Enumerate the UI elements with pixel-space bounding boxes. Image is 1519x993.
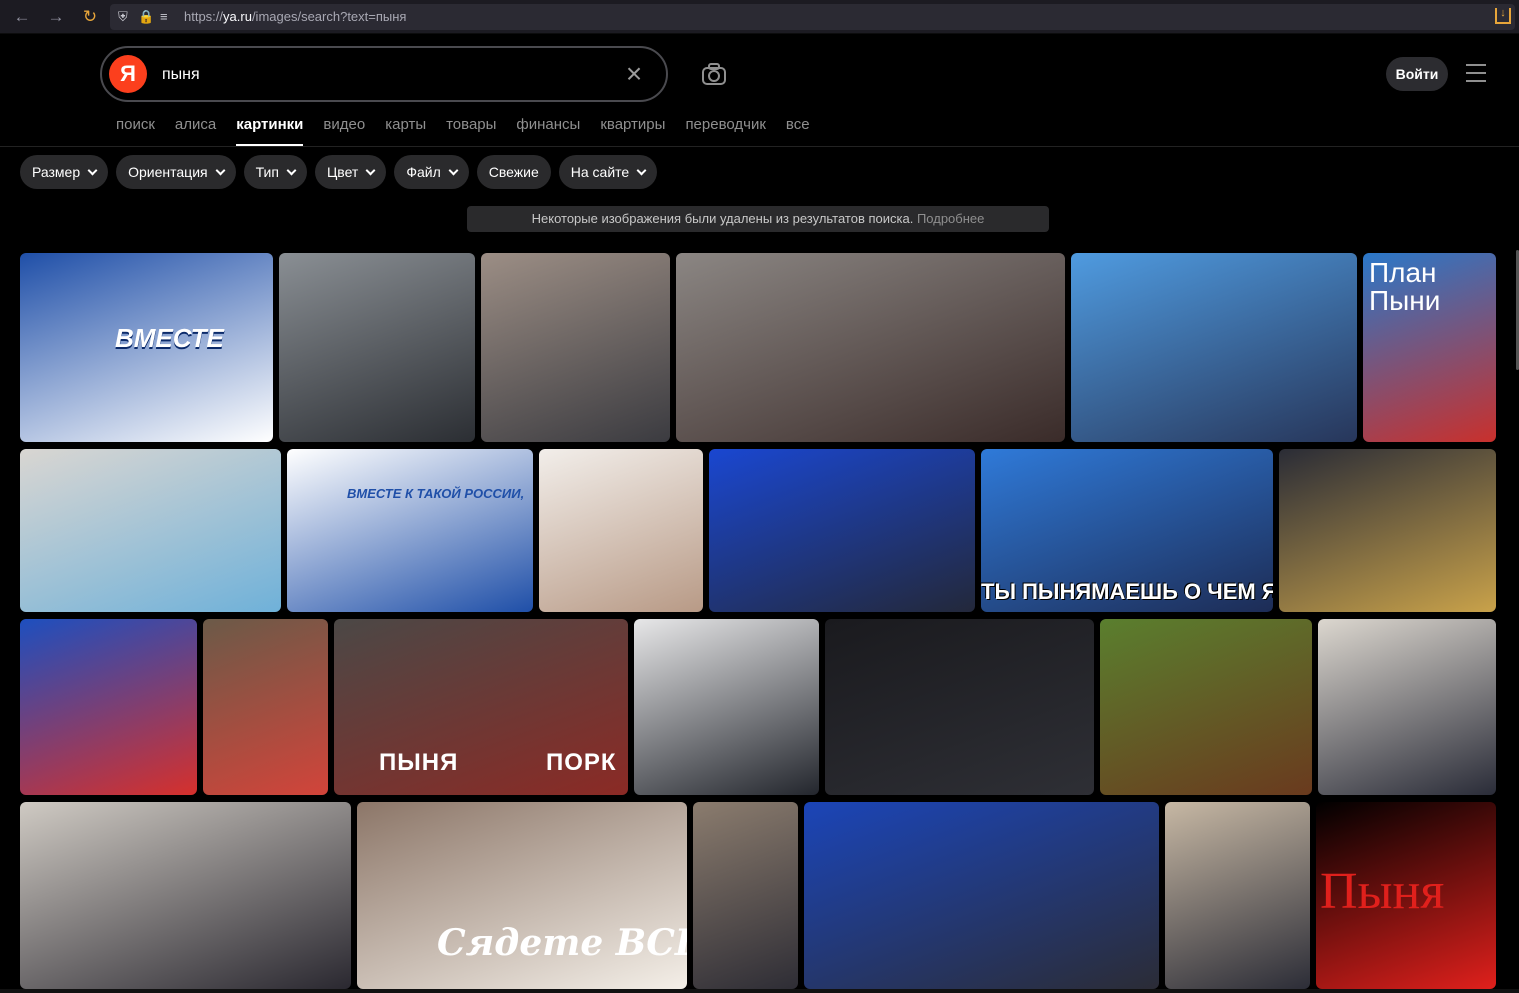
result-image-14[interactable]: ПЫНЯ ПОРК [334, 619, 628, 795]
tab-5[interactable]: товары [446, 116, 496, 146]
chevron-down-icon [286, 165, 297, 175]
result-image-21[interactable] [693, 802, 798, 989]
camera-icon[interactable] [700, 60, 728, 88]
result-image-13[interactable] [203, 619, 328, 795]
tab-2[interactable]: картинки [236, 116, 304, 146]
chevron-down-icon [215, 165, 226, 175]
filter-label: Размер [32, 164, 81, 180]
filter-bar: Размер Ориентация Тип Цвет Файл Свежие На сайт… [20, 155, 665, 189]
result-image-16[interactable] [825, 619, 1094, 795]
yandex-logo[interactable]: Я [109, 55, 147, 93]
filter-label: Тип [255, 164, 279, 180]
reload-icon[interactable]: ↻ [78, 5, 102, 29]
result-image-4[interactable] [1071, 253, 1357, 442]
result-image-11[interactable] [1279, 449, 1496, 612]
filter-label: Свежие [488, 164, 539, 180]
image-caption: Сядете ВСЕ! [437, 922, 687, 964]
result-image-1[interactable] [279, 253, 475, 442]
filter-chip-5[interactable]: Свежие [476, 155, 551, 189]
notice-text: Некоторые изображения были удалены из ре… [531, 211, 914, 226]
image-caption: План Пыни [1369, 257, 1441, 316]
chevron-down-icon [365, 165, 376, 175]
image-caption: ВМЕСТЕ [115, 323, 224, 353]
tab-9[interactable]: все [786, 116, 810, 146]
result-image-9[interactable] [709, 449, 975, 612]
bottom-strip [0, 989, 1519, 993]
browser-toolbar: ← → ↻ ⛨ 🔒 ≡ https://ya.ru/images/search?… [0, 0, 1519, 34]
filter-chip-3[interactable]: Цвет [314, 155, 387, 189]
image-caption: ТЫ ПЫНЯМАЕШЬ О ЧЕМ Я? [981, 579, 1273, 604]
tab-0[interactable]: поиск [116, 116, 155, 146]
filter-label: На сайте [570, 164, 630, 180]
filter-chip-2[interactable]: Тип [243, 155, 307, 189]
result-image-23[interactable] [1165, 802, 1310, 989]
forward-icon[interactable]: → [44, 5, 68, 29]
filter-chip-6[interactable]: На сайте [558, 155, 658, 189]
result-image-7[interactable]: ВМЕСТЕ К ТАКОЙ РОССИИ, [287, 449, 533, 612]
permissions-icon: ≡ [160, 9, 168, 24]
image-caption: ВМЕСТЕ К ТАКОЙ РОССИИ, [347, 486, 525, 501]
filter-label: Ориентация [128, 164, 208, 180]
notice-more-link[interactable]: Подробнее [917, 211, 984, 226]
result-image-12[interactable] [20, 619, 197, 795]
tab-3[interactable]: видео [323, 116, 365, 146]
result-image-15[interactable] [634, 619, 819, 795]
chevron-down-icon [636, 165, 647, 175]
result-image-2[interactable] [481, 253, 670, 442]
search-tabs: поиск алиса картинки видео карты товары финанс… [116, 116, 830, 146]
clear-icon[interactable]: × [620, 60, 648, 88]
tab-6[interactable]: финансы [516, 116, 580, 146]
lock-icon: 🔒 [138, 9, 155, 24]
download-icon[interactable]: ↓ [1495, 8, 1511, 24]
result-image-17[interactable] [1100, 619, 1312, 795]
image-caption: ПЫНЯ ПОРК [379, 749, 617, 776]
header-divider [0, 146, 1519, 147]
chevron-down-icon [87, 165, 98, 175]
search-box: Я × [100, 46, 668, 102]
result-image-3[interactable] [676, 253, 1065, 442]
chevron-down-icon [448, 165, 459, 175]
tab-1[interactable]: алиса [175, 116, 216, 146]
login-button[interactable]: Войти [1386, 57, 1448, 91]
result-image-22[interactable] [804, 802, 1159, 989]
address-bar[interactable]: ⛨ 🔒 ≡ https://ya.ru/images/search?text=п… [110, 4, 1515, 30]
filter-chip-4[interactable]: Файл [394, 155, 469, 189]
result-image-0[interactable]: ВМЕСТЕ [20, 253, 273, 442]
filter-label: Файл [406, 164, 441, 180]
back-icon[interactable]: ← [10, 5, 34, 29]
filter-chip-1[interactable]: Ориентация [116, 155, 236, 189]
menu-icon[interactable] [1466, 64, 1486, 82]
filter-label: Цвет [326, 164, 359, 180]
image-caption: Пыня [1320, 863, 1445, 920]
tab-7[interactable]: квартиры [600, 116, 665, 146]
shield-icon: ⛨ [118, 9, 128, 24]
result-image-20[interactable]: Сядете ВСЕ! [357, 802, 687, 989]
tab-8[interactable]: переводчик [685, 116, 765, 146]
result-image-24[interactable]: Пыня [1316, 802, 1496, 989]
filter-chip-0[interactable]: Размер [20, 155, 109, 189]
result-image-19[interactable] [20, 802, 351, 989]
search-input[interactable] [162, 62, 602, 88]
tab-4[interactable]: карты [385, 116, 426, 146]
result-image-5[interactable]: План Пыни [1363, 253, 1496, 442]
result-image-6[interactable] [20, 449, 281, 612]
removed-images-notice: Некоторые изображения были удалены из ре… [467, 206, 1049, 232]
url-text: https://ya.ru/images/search?text=пыня [184, 9, 407, 24]
result-image-8[interactable] [539, 449, 703, 612]
result-image-10[interactable]: ТЫ ПЫНЯМАЕШЬ О ЧЕМ Я? [981, 449, 1273, 612]
result-image-18[interactable] [1318, 619, 1496, 795]
